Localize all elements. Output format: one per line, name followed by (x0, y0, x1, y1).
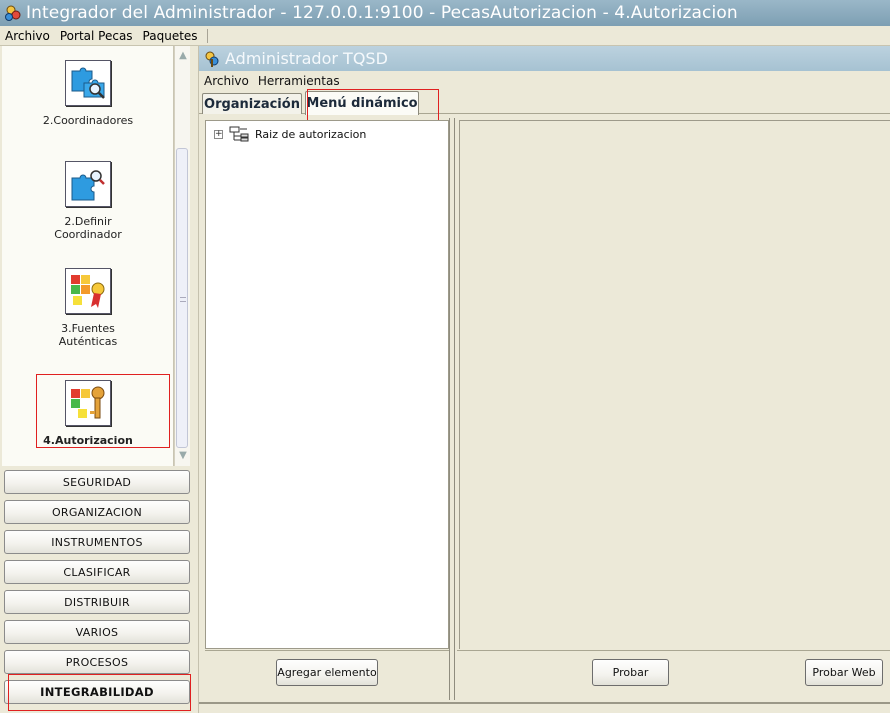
category-button-distribuir[interactable]: DISTRIBUIR (4, 590, 190, 614)
add-element-button[interactable]: Agregar elemento (276, 659, 378, 686)
menu-separator (206, 28, 208, 43)
tree-node-icon (229, 126, 249, 142)
inner-window: Administrador TQSD Archivo Herramientas … (198, 46, 890, 713)
category-button-organizacion[interactable]: ORGANIZACION (4, 500, 190, 524)
inner-title-bar: Administrador TQSD (199, 46, 890, 71)
selected-module-highlight (36, 374, 170, 448)
category-button-procesos[interactable]: PROCESOS (4, 650, 190, 674)
module-item-coordinadores[interactable]: 2.Coordinadores (2, 60, 173, 127)
module-icon-list: 2.Coordinadores 2.Definir Coordinador 3.… (2, 46, 174, 466)
module-item-fuentes-autenticas[interactable]: 3.Fuentes Auténticas (2, 268, 173, 348)
puzzle-ribbon-icon (65, 268, 111, 314)
scroll-down-icon[interactable]: ▼ (177, 448, 189, 462)
tree-actions-area: Agregar elemento (205, 650, 449, 700)
title-bar: Integrador del Administrador - 127.0.0.1… (0, 0, 890, 26)
inner-window-title: Administrador TQSD (225, 49, 388, 68)
inner-menu-archivo[interactable]: Archivo (199, 74, 253, 88)
module-label: 2.Definir Coordinador (54, 215, 122, 241)
inner-menu-herramientas[interactable]: Herramientas (253, 74, 344, 88)
module-label: 3.Fuentes Auténticas (58, 322, 118, 348)
category-button-seguridad[interactable]: SEGURIDAD (4, 470, 190, 494)
window-title: Integrador del Administrador - 127.0.0.1… (26, 3, 738, 23)
tab-strip: Organización Menú dinámico (199, 91, 890, 115)
status-strip (199, 702, 890, 713)
category-button-varios[interactable]: VARIOS (4, 620, 190, 644)
menu-paquetes[interactable]: Paquetes (138, 29, 203, 43)
category-button-clasificar[interactable]: CLASIFICAR (4, 560, 190, 584)
icon-list-scrollbar[interactable]: ▲ ▼ (174, 46, 190, 466)
selected-tab-highlight (307, 89, 439, 124)
detail-actions-area: Probar Probar Web (457, 650, 890, 700)
inner-app-logo-icon (205, 51, 219, 67)
scroll-up-icon[interactable]: ▲ (177, 48, 189, 62)
menu-archivo[interactable]: Archivo (0, 29, 55, 43)
tree-view[interactable]: + Raiz de autorizacion (205, 120, 449, 649)
application-window: Integrador del Administrador - 127.0.0.1… (0, 0, 890, 713)
menu-portal-pecas[interactable]: Portal Pecas (55, 29, 138, 43)
expand-icon[interactable]: + (214, 129, 223, 139)
left-navigation-panel: 2.Coordinadores 2.Definir Coordinador 3.… (0, 46, 196, 713)
scrollbar-thumb[interactable] (176, 148, 188, 448)
module-item-definir-coordinador[interactable]: 2.Definir Coordinador (2, 161, 173, 241)
tree-node-root[interactable]: + Raiz de autorizacion (214, 126, 366, 142)
selected-category-highlight (8, 674, 191, 711)
app-logo-icon (5, 5, 21, 21)
test-web-button[interactable]: Probar Web (805, 659, 883, 686)
module-label: 2.Coordinadores (42, 114, 134, 127)
detail-panel (459, 120, 890, 649)
puzzle-search-icon (65, 60, 111, 106)
main-menu-bar: Archivo Portal Pecas Paquetes (0, 26, 890, 46)
scrollbar-grip (180, 297, 186, 302)
vertical-splitter[interactable] (449, 118, 455, 700)
category-button-instrumentos[interactable]: INSTRUMENTOS (4, 530, 190, 554)
tree-node-label: Raiz de autorizacion (255, 127, 367, 141)
inner-menu-bar: Archivo Herramientas (199, 71, 890, 91)
tab-organizacion[interactable]: Organización (202, 93, 302, 114)
test-button[interactable]: Probar (592, 659, 669, 686)
puzzle-search-icon (65, 161, 111, 207)
